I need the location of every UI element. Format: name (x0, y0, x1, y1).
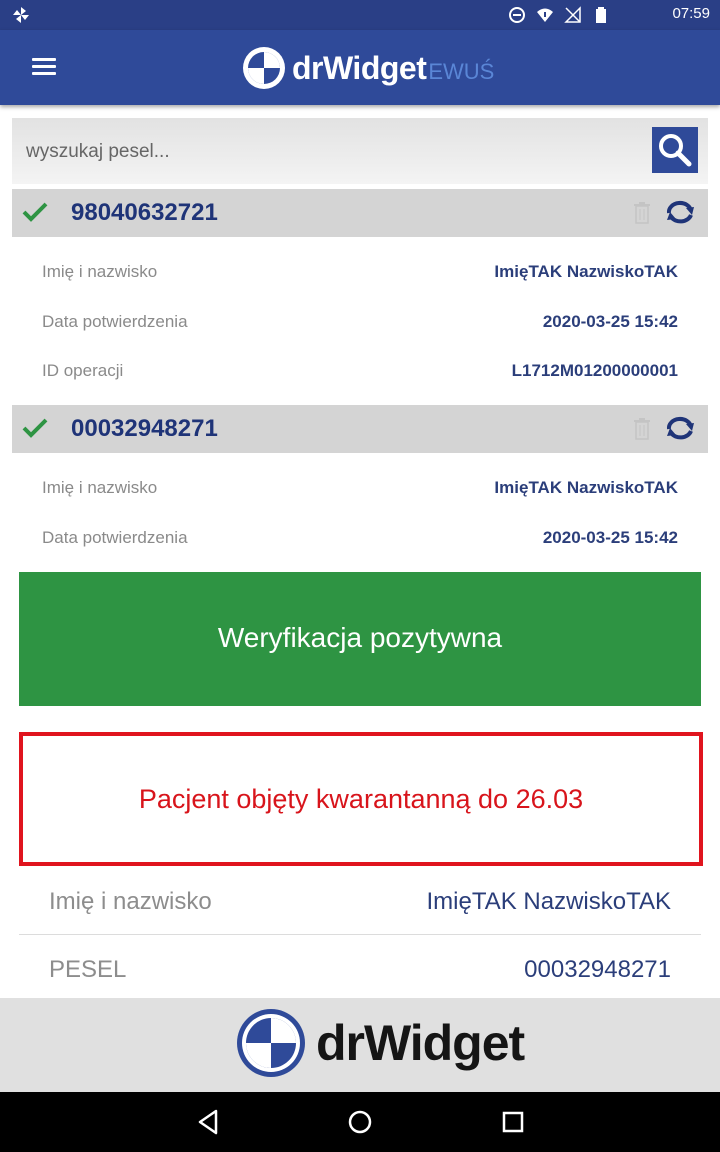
row-value: 2020-03-25 15:42 (542, 312, 678, 331)
app-logo: drWidget EWUŚ (242, 42, 494, 94)
row-label: Data potwierdzenia (42, 312, 188, 331)
recents-icon[interactable] (497, 1106, 529, 1138)
status-time: 07:59 (672, 5, 710, 22)
status-icons (508, 6, 610, 24)
entry-row: Data potwierdzenia 2020-03-25 15:42 (42, 528, 678, 552)
verification-banner: Weryfikacja pozytywna (19, 572, 701, 706)
quarantine-alert: Pacjent objęty kwarantanną do 26.03 (19, 732, 703, 866)
detail-label: PESEL (49, 956, 127, 983)
entry-row: Imię i nazwisko ImięTAK NazwiskoTAK (42, 478, 678, 502)
android-nav-bar (0, 1092, 720, 1152)
footer-logo-text: drWidget (316, 1015, 525, 1071)
entry-row: Data potwierdzenia 2020-03-25 15:42 (42, 312, 678, 336)
entry-pesel: 00032948271 (71, 415, 218, 442)
refresh-icon[interactable] (664, 198, 696, 228)
row-label: Imię i nazwisko (42, 262, 158, 281)
drwidget-logo-icon (237, 1009, 305, 1077)
pinwheel-icon (13, 7, 29, 23)
home-icon[interactable] (344, 1106, 376, 1138)
entry-header[interactable]: 00032948271 (12, 405, 708, 453)
detail-value: 00032948271 (524, 956, 671, 983)
row-value: ImięTAK NazwiskoTAK (494, 478, 678, 497)
verification-text: Weryfikacja pozytywna (217, 622, 503, 653)
check-icon (22, 202, 48, 222)
detail-label: Imię i nazwisko (49, 888, 212, 915)
no-signal-icon (564, 6, 581, 23)
refresh-icon[interactable] (664, 414, 696, 444)
app-logo-text: drWidget (292, 49, 427, 86)
data-saver-icon (509, 7, 525, 23)
row-value: 2020-03-25 15:42 (542, 528, 678, 547)
trash-icon[interactable] (634, 418, 650, 440)
detail-row-pesel: PESEL 00032948271 (19, 938, 701, 1002)
row-label: Imię i nazwisko (42, 478, 158, 497)
search-input[interactable] (24, 134, 628, 170)
divider (19, 934, 701, 935)
menu-icon-line (32, 65, 56, 68)
entry-row: Imię i nazwisko ImięTAK NazwiskoTAK (42, 262, 678, 286)
trash-icon[interactable] (634, 202, 650, 224)
entry-header[interactable]: 98040632721 (12, 189, 708, 237)
entry-pesel: 98040632721 (71, 199, 218, 226)
detail-value: ImięTAK NazwiskoTAK (426, 888, 672, 915)
quarantine-alert-text: Pacjent objęty kwarantanną do 26.03 (138, 784, 584, 814)
back-icon[interactable] (192, 1106, 224, 1138)
entry-row: ID operacji L1712M01200000001 (42, 361, 678, 385)
row-label: Data potwierdzenia (42, 528, 188, 547)
search-bar (12, 118, 708, 184)
drwidget-logo-icon (243, 47, 285, 89)
check-icon (22, 418, 48, 438)
row-value: ImięTAK NazwiskoTAK (494, 262, 678, 281)
search-button[interactable] (652, 127, 698, 173)
menu-button[interactable] (28, 54, 60, 82)
wifi-icon (537, 8, 553, 22)
search-icon (659, 134, 692, 167)
footer: drWidget (0, 998, 720, 1092)
row-label: ID operacji (42, 361, 124, 380)
footer-logo: drWidget (236, 1008, 525, 1078)
app-logo-suffix: EWUŚ (428, 59, 495, 84)
row-value: L1712M01200000001 (511, 361, 678, 380)
menu-icon-line (32, 58, 56, 61)
status-bar: 07:59 (0, 0, 720, 30)
menu-icon-line (32, 72, 56, 75)
app-bar: drWidget EWUŚ (0, 30, 720, 105)
detail-row-name: Imię i nazwisko ImięTAK NazwiskoTAK (19, 870, 701, 934)
battery-icon (596, 7, 606, 23)
